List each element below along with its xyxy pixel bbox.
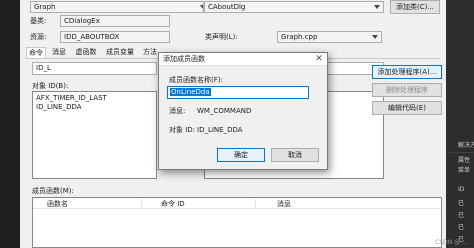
search-input[interactable]: ID_L bbox=[32, 62, 157, 75]
list-item[interactable]: ID_LINE_DDA bbox=[33, 103, 156, 112]
ok-button[interactable]: 确定 bbox=[217, 148, 265, 162]
column-command-id[interactable]: 命令 ID bbox=[161, 199, 185, 209]
tab-virtual-functions[interactable]: 虚函数 bbox=[73, 47, 99, 58]
column-divider bbox=[141, 199, 142, 208]
close-icon[interactable]: ✕ bbox=[314, 54, 324, 64]
add-member-function-dialog: 添加成员函数 ✕ 成员函数名称(F): OnLineDda 消息: WM_COM… bbox=[158, 52, 328, 170]
dialog-title-bar: 添加成员函数 ✕ bbox=[159, 53, 327, 66]
member-functions-label: 成员函数(M): bbox=[32, 187, 74, 195]
message-label: 消息: bbox=[169, 107, 186, 115]
sidebar-item-1: 已 bbox=[458, 200, 465, 207]
tab-member-variables[interactable]: 成员变量 bbox=[104, 47, 136, 58]
project-combo[interactable]: Graph bbox=[30, 1, 210, 13]
cancel-button[interactable]: 取消 bbox=[271, 148, 319, 162]
sidebar-item-2: 已 bbox=[458, 212, 465, 219]
column-function-name[interactable]: 函数名 bbox=[47, 199, 68, 209]
function-name-input[interactable]: OnLineDda bbox=[167, 86, 309, 99]
column-divider bbox=[255, 199, 256, 208]
class-file-combo[interactable]: Graph.cpp bbox=[277, 31, 382, 43]
class-name-combo[interactable]: CAboutDlg bbox=[204, 1, 384, 13]
delete-handler-button[interactable]: 删除处理程序 bbox=[372, 83, 442, 97]
base-class-field: CDialogEx bbox=[60, 15, 170, 27]
edit-code-button[interactable]: 编辑代码(E) bbox=[372, 101, 442, 115]
sidebar-item-menu[interactable]: 菜单 bbox=[458, 167, 470, 175]
base-class-label: 基类: bbox=[30, 17, 47, 25]
sidebar-divider bbox=[446, 152, 474, 153]
resource-label: 资源: bbox=[30, 33, 47, 41]
message-value: WM_COMMAND bbox=[197, 107, 252, 115]
tab-messages[interactable]: 消息 bbox=[50, 47, 68, 58]
resource-field: IDD_ABOUTBOX bbox=[60, 31, 170, 43]
sidebar-item-id: ID bbox=[458, 186, 465, 193]
object-id-value: ID_LINE_DDA bbox=[197, 126, 243, 134]
function-name-label: 成员函数名称(F): bbox=[169, 76, 223, 84]
watermark: CSDN @ … bbox=[435, 239, 468, 246]
list-item[interactable]: AFX_TIMER_ID_LAST bbox=[33, 94, 156, 103]
class-file-label: 类声明(L): bbox=[205, 33, 238, 41]
table-header: 函数名 命令 ID 消息 bbox=[33, 198, 441, 209]
column-message[interactable]: 消息 bbox=[277, 199, 291, 209]
sidebar-item-3: 已 bbox=[458, 224, 465, 231]
sidebar-item-properties[interactable]: 属性 bbox=[458, 157, 470, 165]
sidebar-item-solution[interactable]: 解决方 bbox=[458, 142, 474, 150]
solution-explorer-sidebar: 解决方 属性 菜单 ID 已 已 已 已 bbox=[446, 0, 474, 248]
add-handler-button[interactable]: 添加处理程序(A)... bbox=[372, 65, 442, 79]
object-ids-label: 对象 ID(B): bbox=[32, 82, 69, 90]
dialog-title: 添加成员函数 bbox=[163, 55, 205, 63]
tab-commands[interactable]: 命令 bbox=[26, 47, 46, 58]
function-name-selection: OnLineDda bbox=[170, 88, 211, 96]
tab-methods[interactable]: 方法 bbox=[140, 47, 160, 58]
object-id-label: 对象 ID: bbox=[169, 126, 196, 134]
object-ids-list[interactable]: AFX_TIMER_ID_LAST ID_LINE_DDA bbox=[32, 91, 157, 179]
member-functions-table[interactable]: 函数名 命令 ID 消息 bbox=[32, 197, 442, 248]
add-class-button[interactable]: 添加类(C)... bbox=[390, 0, 440, 14]
